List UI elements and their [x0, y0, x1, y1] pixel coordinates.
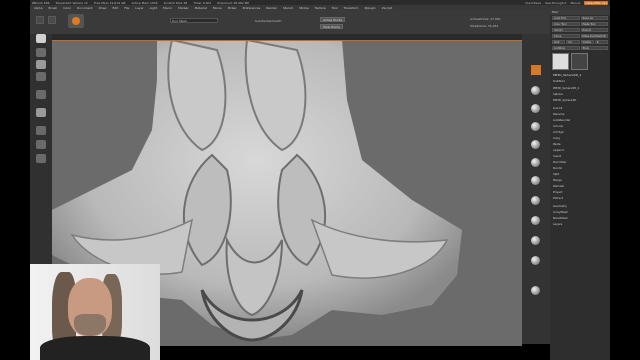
tool-button[interactable]: Visible [580, 40, 594, 44]
material-sphere-icon[interactable] [531, 176, 540, 185]
menu-movie[interactable]: Movie [213, 6, 222, 10]
material-sphere-icon[interactable] [531, 140, 540, 149]
subtool-action-button[interactable]: Extract [553, 195, 607, 201]
tool-submenu[interactable]: Layers [553, 221, 607, 227]
viewport-accent-line [52, 40, 522, 41]
frame-icon[interactable] [36, 154, 46, 163]
projection-master-button[interactable] [36, 16, 44, 24]
timer: Timer 0.001 [193, 0, 212, 5]
edit-mode-icon[interactable] [36, 34, 46, 43]
poly-count: PolyCount 38.462 MP [217, 0, 250, 5]
tool-button[interactable]: Copy Tool [552, 22, 580, 26]
menu-picker[interactable]: Picker [228, 6, 237, 10]
menu-tool[interactable]: Tool [332, 6, 338, 10]
move-icon[interactable] [36, 60, 46, 69]
see-through-slider[interactable]: See-through 0 [545, 1, 566, 5]
tool-button[interactable]: Import [552, 28, 580, 32]
webcam-overlay [30, 264, 160, 360]
menu-texture[interactable]: Texture [315, 6, 326, 10]
material-sphere-icon[interactable] [531, 86, 540, 95]
material-sphere-icon[interactable] [531, 236, 540, 245]
menu-preferences[interactable]: Preferences [243, 6, 261, 10]
menu-layer[interactable]: Layer [135, 6, 143, 10]
active-mem: Active Mem 1050 [131, 0, 158, 5]
document-title: Deviantart Sphere 1C [55, 0, 88, 5]
tool-button[interactable]: Save As [580, 16, 608, 20]
zbrush-logo [68, 14, 84, 28]
menu-render[interactable]: Render [266, 6, 277, 10]
material-sphere-icon[interactable] [531, 158, 540, 167]
menu-transform[interactable]: Transform [344, 6, 359, 10]
top-shelf: Dyn Mesh SubdivideSmooth Active Points T… [30, 10, 550, 34]
material-sphere-icon[interactable] [531, 286, 540, 295]
subtool-actions: List All Rename AutoReorder All Low All High… [550, 104, 610, 202]
menu-light[interactable]: Light [150, 6, 158, 10]
tool-button[interactable]: Clone [552, 34, 580, 38]
material-sphere-icon[interactable] [531, 216, 540, 225]
dyn-mesh-label: Dyn Mesh [172, 19, 187, 23]
default-zscript-button[interactable]: DefaultZScript [584, 0, 608, 5]
tool-button[interactable]: Load Tool [552, 16, 580, 20]
menu-color[interactable]: Color [63, 6, 71, 10]
tool-button[interactable]: All [566, 40, 580, 44]
lightbox-button[interactable] [48, 16, 56, 24]
floor-icon[interactable] [36, 126, 46, 135]
local-icon[interactable] [36, 140, 46, 149]
tool-submenus: Geometry ArrayMesh NanoMesh Layers [550, 202, 610, 228]
tool-thumbnail[interactable] [552, 53, 569, 70]
menu-zplugin[interactable]: Zplugin [364, 6, 375, 10]
presenter-body [40, 336, 150, 360]
tool-button[interactable]: Paste Tool [580, 22, 608, 26]
menu-brush[interactable]: Brush [49, 6, 58, 10]
total-points-button[interactable]: Total Points [320, 24, 343, 29]
right-margin [610, 0, 640, 360]
menu-alpha[interactable]: Alpha [34, 6, 43, 10]
free-mem: Free Mem 19.619 GB [94, 0, 126, 5]
menu-marker[interactable]: Marker [178, 6, 188, 10]
menu-file[interactable]: File [124, 6, 129, 10]
app-title: ZBrush 4R6 [32, 0, 50, 5]
active-points-readout: ActivePoints: 27,991 [470, 17, 501, 21]
tool-button[interactable]: R [594, 40, 608, 44]
zbrush-logo-icon [72, 17, 80, 25]
active-points-button[interactable]: Active Points [320, 17, 346, 22]
tool-button[interactable]: Lightbox [552, 46, 580, 50]
quicksave-button[interactable]: QuickSave [525, 1, 541, 5]
tool-button[interactable]: Tools [580, 46, 608, 50]
menus-toggle[interactable]: Menus [570, 1, 580, 5]
subtool-item[interactable]: PM3D_Sphere3D [553, 97, 607, 103]
presenter-beard [74, 314, 106, 336]
tool-thumbnails [550, 51, 610, 72]
menu-stencil[interactable]: Stencil [283, 6, 293, 10]
active-material-swatch[interactable] [531, 65, 541, 75]
menu-macro[interactable]: Macro [163, 6, 172, 10]
menu-zscript[interactable]: Zscript [382, 6, 392, 10]
right-tool-strip [522, 34, 550, 344]
persp-icon[interactable] [36, 108, 46, 117]
menu-draw[interactable]: Draw [99, 6, 107, 10]
material-sphere-icon[interactable] [531, 122, 540, 131]
tool-button[interactable]: Make PolyMesh3D [580, 34, 608, 38]
tool-button[interactable]: Export [580, 28, 608, 32]
tool-thumbnail[interactable] [571, 53, 588, 70]
material-sphere-icon[interactable] [531, 256, 540, 265]
material-sphere-icon[interactable] [531, 196, 540, 205]
rotate-icon[interactable] [36, 90, 46, 99]
material-sphere-icon[interactable] [531, 104, 540, 113]
menu-stroke[interactable]: Stroke [299, 6, 309, 10]
scale-icon[interactable] [36, 72, 46, 81]
draw-icon[interactable] [36, 48, 46, 57]
tool-palette: Tool Load Tool Save As Copy Tool Paste Tool… [550, 10, 610, 360]
subtool-list: PM3D_Sphere3D_1 Sphere PM3D_Sphere3D [550, 84, 610, 104]
subdivide-label: SubdivideSmooth [255, 19, 282, 23]
menu-edit[interactable]: Edit [112, 6, 118, 10]
scratch-disk: Scratch Disk 48 [163, 0, 188, 5]
menu-material[interactable]: Material [195, 6, 207, 10]
tool-button[interactable]: GoZ [552, 40, 566, 44]
menu-document[interactable]: Document [77, 6, 93, 10]
total-points-readout: TotalPoints: 55,951 [470, 24, 499, 28]
